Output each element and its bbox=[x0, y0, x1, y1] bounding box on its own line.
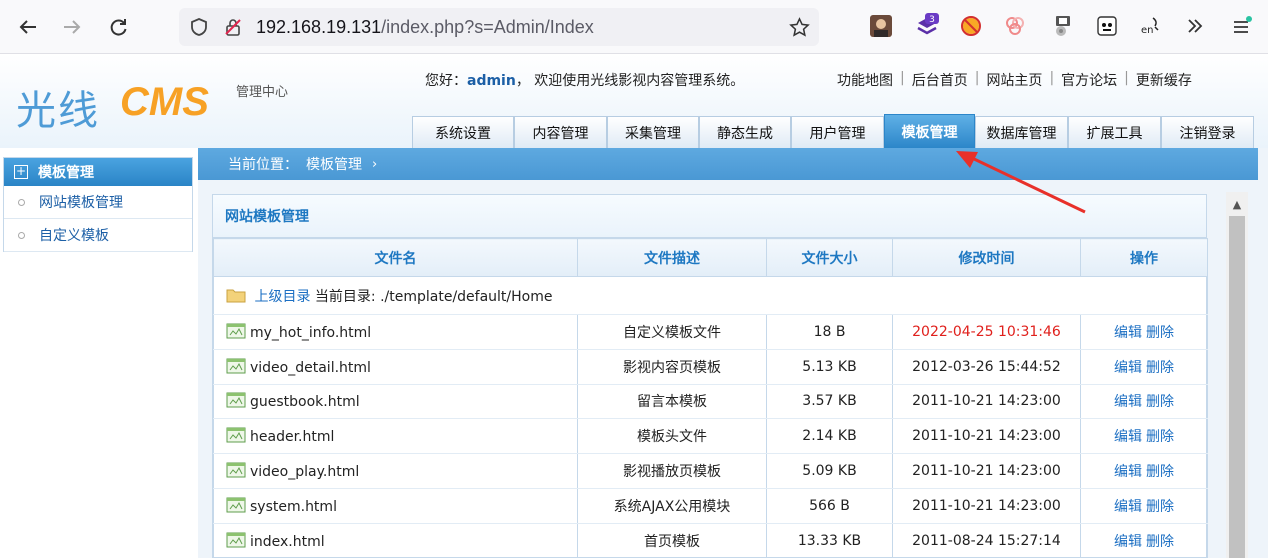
annotation-arrow bbox=[956, 151, 1086, 214]
